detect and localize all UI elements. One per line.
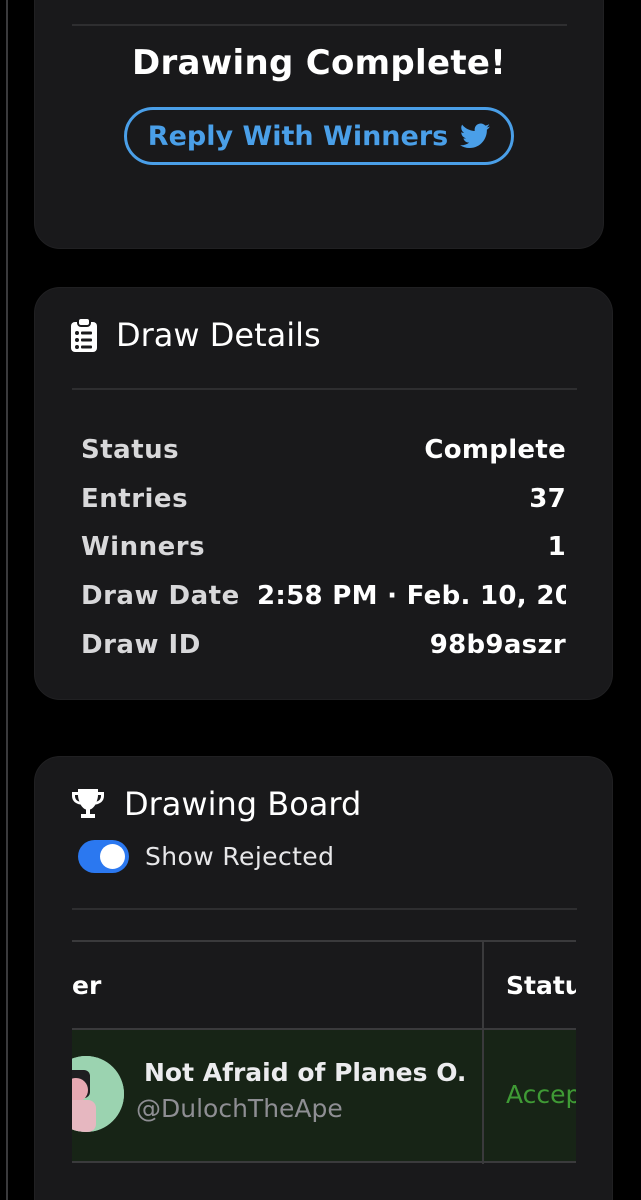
detail-value: 98b9aszr xyxy=(429,629,566,660)
drawing-complete-title: Drawing Complete! xyxy=(131,43,507,83)
detail-row-draw-id: Draw ID 98b9aszr xyxy=(81,620,566,666)
detail-row-entries: Entries 37 xyxy=(81,475,566,524)
divider xyxy=(72,388,577,390)
detail-label: Status xyxy=(81,435,180,466)
column-header-user[interactable]: er xyxy=(72,942,101,1028)
column-header-status[interactable]: Statu xyxy=(506,942,576,1028)
draw-details-header: Draw Details xyxy=(70,316,321,354)
detail-value: Complete xyxy=(424,435,566,466)
detail-label: Draw ID xyxy=(81,629,201,660)
detail-label: Draw Date xyxy=(81,581,240,612)
show-rejected-control: Show Rejected xyxy=(78,840,334,873)
draw-details-list: Status Complete Entries 37 Winners 1 Dra… xyxy=(81,426,566,666)
show-rejected-toggle[interactable] xyxy=(78,840,129,873)
avatar-image xyxy=(72,1056,124,1132)
drawing-board-title: Drawing Board xyxy=(124,785,362,823)
page: Drawing Complete! Reply With Winners Dra… xyxy=(0,0,641,1200)
show-rejected-label: Show Rejected xyxy=(145,842,335,871)
entrant-name: Not Afraid of Planes O... xyxy=(144,1058,464,1087)
detail-value: 1 xyxy=(547,532,566,563)
reply-with-winners-button[interactable]: Reply With Winners xyxy=(124,107,514,165)
divider xyxy=(72,24,567,26)
entry-status: Accep xyxy=(506,1080,576,1109)
avatar xyxy=(72,1056,124,1132)
left-rail xyxy=(6,0,8,1200)
table-row[interactable]: Not Afraid of Planes O... @DulochTheApe … xyxy=(72,1030,576,1161)
result-card: Drawing Complete! Reply With Winners xyxy=(34,0,604,249)
clipboard-list-icon xyxy=(71,317,97,352)
draw-details-title: Draw Details xyxy=(116,316,321,354)
table-header-row: er Statu xyxy=(72,942,576,1028)
detail-label: Entries xyxy=(81,483,189,514)
drawing-board-table: er Statu Not Afraid of Planes O... @Dulo… xyxy=(72,940,576,1164)
drawing-board-header: Drawing Board xyxy=(70,785,361,823)
column-divider xyxy=(482,940,484,1164)
detail-row-winners: Winners 1 xyxy=(81,523,566,572)
detail-value: 37 xyxy=(529,483,566,514)
detail-row-draw-date: Draw Date 2:58 PM · Feb. 10, 202 xyxy=(81,572,566,621)
detail-row-status: Status Complete xyxy=(81,426,566,475)
reply-button-label: Reply With Winners xyxy=(147,120,449,152)
trophy-icon xyxy=(72,789,104,818)
entrant-handle: @DulochTheApe xyxy=(136,1094,343,1123)
detail-value: 2:58 PM · Feb. 10, 202 xyxy=(257,581,566,612)
toggle-knob xyxy=(100,844,125,869)
divider xyxy=(72,908,577,910)
detail-label: Winners xyxy=(81,532,206,563)
table-bottom-border xyxy=(72,1161,576,1163)
twitter-bird-icon xyxy=(460,123,491,148)
